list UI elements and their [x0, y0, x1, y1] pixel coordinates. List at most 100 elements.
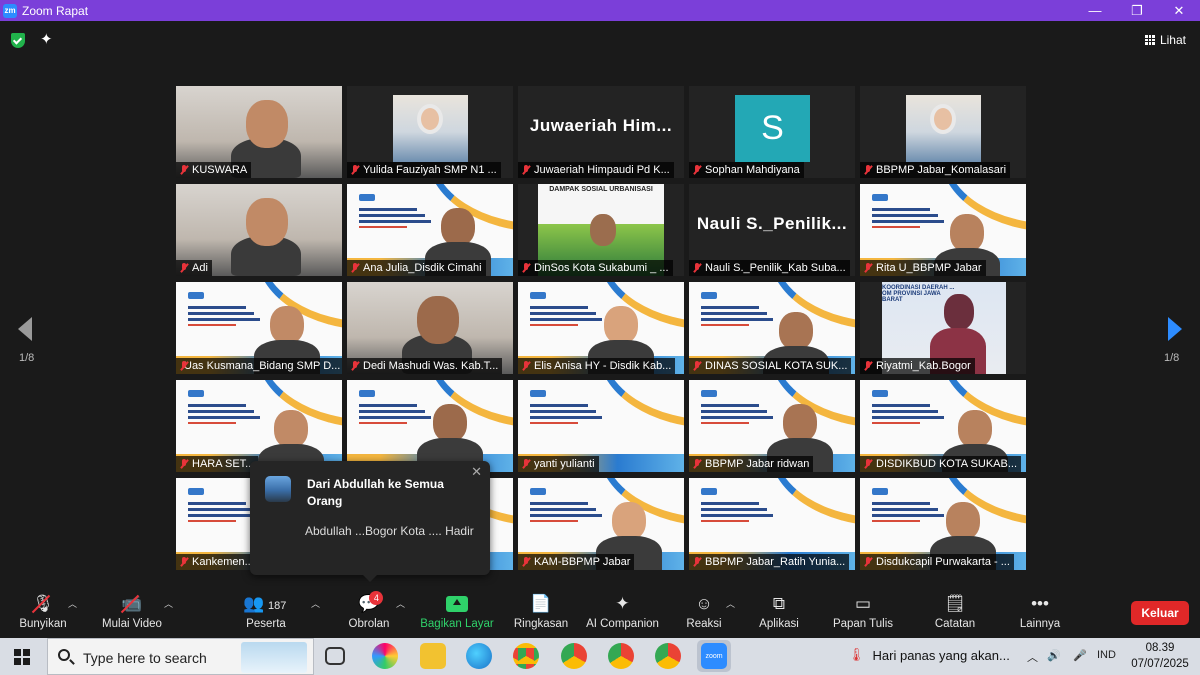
chat-notification[interactable]: Dari Abdullah ke Semua Orang ✕ Abdullah …: [250, 461, 490, 582]
previous-page-arrow-icon[interactable]: [18, 317, 32, 341]
participant-name: Rita U_BBPMP Jabar: [876, 262, 982, 274]
chrome-icon[interactable]: [513, 643, 539, 669]
chrome-profile-icon[interactable]: [561, 643, 587, 669]
participant-tile[interactable]: KAM-BBPMP Jabar: [518, 478, 684, 570]
more-button[interactable]: ••• Lainnya: [1018, 587, 1062, 638]
participants-button[interactable]: 👥 187 Peserta: [243, 587, 289, 638]
participant-tile[interactable]: Nauli S._Penilik... Nauli S._Penilik_Kab …: [689, 184, 855, 276]
chrome-profile-2-icon[interactable]: [608, 643, 634, 669]
participant-tile[interactable]: DISDIKBUD KOTA SUKAB...: [860, 380, 1026, 472]
participant-tile[interactable]: BBPMP Jabar_Ratih Yunia...: [689, 478, 855, 570]
edge-browser-icon[interactable]: [466, 643, 492, 669]
unmute-button[interactable]: 🎙 Bunyikan: [18, 587, 68, 638]
close-icon[interactable]: ✕: [471, 464, 482, 480]
security-shield-icon[interactable]: [11, 33, 25, 48]
summary-button[interactable]: 📄 Ringkasan: [513, 587, 569, 638]
audio-options-chevron-icon[interactable]: ︿: [68, 597, 77, 610]
ai-sparkle-icon[interactable]: ✦: [40, 30, 53, 48]
participant-tile[interactable]: BBPMP Jabar_Komalasari: [860, 86, 1026, 178]
task-view-icon[interactable]: [325, 647, 345, 665]
participant-face: [441, 208, 475, 246]
participant-face: [417, 104, 443, 134]
participant-tile[interactable]: BBPMP Jabar ridwan: [689, 380, 855, 472]
chat-options-chevron-icon[interactable]: ︿: [396, 597, 405, 610]
next-page-arrow-icon[interactable]: [1168, 317, 1182, 341]
participant-tile[interactable]: KOORDINASI DAERAH ... OM PROVINSI JAWA B…: [860, 282, 1026, 374]
participant-tile[interactable]: Dedi Mashudi Was. Kab.T...: [347, 282, 513, 374]
input-language[interactable]: IND: [1097, 649, 1116, 661]
ai-companion-button[interactable]: ✦ AI Companion: [585, 587, 660, 638]
taskbar-search-box[interactable]: Type here to search: [47, 638, 314, 675]
start-video-button[interactable]: 📹 Mulai Video: [100, 587, 164, 638]
reactions-options-chevron-icon[interactable]: ︿: [726, 597, 735, 610]
participant-tile[interactable]: Adi: [176, 184, 342, 276]
participant-tile[interactable]: yanti yulianti: [518, 380, 684, 472]
participant-tile[interactable]: Yulida Fauziyah SMP N1 ...: [347, 86, 513, 178]
participant-name: Nauli S._Penilik_Kab Suba...: [705, 262, 846, 274]
volume-icon[interactable]: 🔊: [1047, 649, 1061, 662]
participant-tile[interactable]: Elis Anisa HY - Disdik Kab...: [518, 282, 684, 374]
microphone-tray-icon[interactable]: 🎤: [1073, 649, 1087, 662]
zoom-app-icon: zoom: [701, 643, 727, 669]
meeting-top-bar: ✦ Lihat: [0, 21, 1200, 61]
participant-tile[interactable]: Uas Kusmana_Bidang SMP D...: [176, 282, 342, 374]
participant-tile[interactable]: DINAS SOSIAL KOTA SUK...: [689, 282, 855, 374]
microphone-muted-icon: [522, 459, 530, 469]
microphone-muted-icon: [693, 165, 701, 175]
notes-icon: 🗒: [944, 594, 966, 613]
participant-tile[interactable]: S Sophan Mahdiyana: [689, 86, 855, 178]
participant-face: [930, 104, 956, 134]
whiteboard-button[interactable]: ▭ Papan Tulis: [832, 587, 894, 638]
system-clock[interactable]: 08.39 07/07/2025: [1128, 640, 1192, 672]
leave-button[interactable]: Keluar: [1131, 601, 1189, 625]
weather-text: Hari panas yang akan...: [872, 647, 1010, 663]
participant-tile[interactable]: DAMPAK SOSIAL URBANISASI DinSos Kota Suka…: [518, 184, 684, 276]
participant-tile[interactable]: Disdukcapil Purwakarta - ...: [860, 478, 1026, 570]
participant-name-label: BBPMP Jabar ridwan: [689, 456, 814, 472]
reactions-button[interactable]: ☺ Reaksi: [686, 587, 722, 638]
participant-name-label: DinSos Kota Sukabumi _ ...: [518, 260, 673, 276]
participant-display-name: Juwaeriah Him...: [529, 116, 673, 135]
participant-tile[interactable]: HARA SET...: [176, 380, 342, 472]
participant-name: Dedi Mashudi Was. Kab.T...: [363, 360, 499, 372]
participant-tile[interactable]: Rita U_BBPMP Jabar: [860, 184, 1026, 276]
restore-button[interactable]: ❐: [1116, 0, 1158, 21]
microphone-muted-icon: [693, 459, 701, 469]
participant-name: Juwaeriah Himpaudi Pd K...: [534, 164, 670, 176]
page-indicator-left: 1/8: [19, 352, 35, 364]
participant-tile[interactable]: Juwaeriah Him... Juwaeriah Himpaudi Pd K.…: [518, 86, 684, 178]
participant-name: DISDIKBUD KOTA SUKAB...: [876, 458, 1017, 470]
show-hidden-icons-chevron-icon[interactable]: ︿: [1027, 649, 1038, 665]
weather-widget[interactable]: 🌡 Hari panas yang akan...: [848, 647, 1010, 663]
participant-avatar: S: [735, 95, 810, 162]
participant-name: Sophan Mahdiyana: [705, 164, 800, 176]
participant-tile[interactable]: Ana Julia_Disdik Cimahi: [347, 184, 513, 276]
participant-tile[interactable]: [347, 380, 513, 472]
participant-tile[interactable]: KUSWARA: [176, 86, 342, 178]
video-options-chevron-icon[interactable]: ︿: [164, 597, 173, 610]
zoom-logo-icon: zm: [3, 3, 17, 18]
copilot-icon[interactable]: [372, 643, 398, 669]
microphone-muted-icon: [693, 361, 701, 371]
search-icon: [58, 649, 70, 661]
participants-options-chevron-icon[interactable]: ︿: [311, 597, 320, 610]
microphone-muted-icon: [864, 263, 872, 273]
microphone-muted-icon: [180, 459, 188, 469]
notes-button[interactable]: 🗒 Catatan: [932, 587, 978, 638]
file-explorer-icon[interactable]: [420, 643, 446, 669]
participant-face: [246, 100, 288, 148]
apps-button[interactable]: ⧉ Aplikasi: [757, 587, 801, 638]
view-button[interactable]: Lihat: [1144, 33, 1186, 47]
participant-name-label: Dedi Mashudi Was. Kab.T...: [347, 358, 503, 374]
share-screen-button[interactable]: Bagikan Layar: [420, 587, 494, 638]
participant-name: Elis Anisa HY - Disdik Kab...: [534, 360, 672, 372]
title-bar: zm Zoom Rapat — ❐ ✕: [0, 0, 1200, 21]
participant-name: Riyatmi_Kab.Bogor: [876, 360, 971, 372]
chrome-profile-3-icon[interactable]: [655, 643, 681, 669]
close-window-button[interactable]: ✕: [1158, 0, 1200, 21]
chat-unread-badge: 4: [369, 591, 384, 605]
chat-button[interactable]: 💬 4 Obrolan: [347, 587, 391, 638]
minimize-button[interactable]: —: [1074, 0, 1116, 21]
microphone-muted-icon: [522, 557, 530, 567]
windows-start-icon[interactable]: [14, 649, 30, 665]
